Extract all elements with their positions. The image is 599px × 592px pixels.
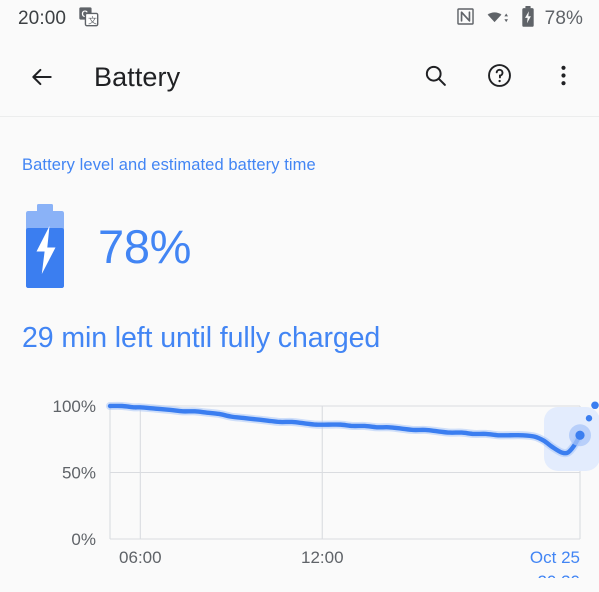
status-bar-right: 78% — [456, 6, 583, 32]
overflow-menu-button[interactable] — [541, 55, 585, 99]
back-button[interactable] — [20, 55, 64, 99]
help-button[interactable] — [477, 55, 521, 99]
wifi-icon — [485, 7, 511, 31]
status-battery-percent: 78% — [544, 8, 583, 29]
nfc-icon — [456, 7, 475, 31]
chart-x-axis-labels: 06:00 12:00 Oct 25 20:30 — [119, 548, 580, 578]
battery-level-row: 78% — [22, 204, 577, 288]
section-header: Battery level and estimated battery time — [22, 156, 316, 174]
status-bar: 20:00 G 文 — [0, 0, 599, 38]
battery-charging-large-icon — [22, 204, 68, 288]
battery-chart-svg: 0% 50% 100% 06:00 12:00 Oct 25 20:30 — [53, 397, 599, 578]
battery-history-chart[interactable]: 0% 50% 100% 06:00 12:00 Oct 25 20:30 — [0, 388, 599, 578]
page-title: Battery — [94, 61, 181, 92]
svg-text:0%: 0% — [71, 530, 96, 549]
search-icon — [423, 63, 448, 91]
search-button[interactable] — [413, 55, 457, 99]
more-vert-icon — [560, 63, 567, 91]
battery-content: Battery level and estimated battery time… — [0, 117, 599, 355]
svg-text:20:30: 20:30 — [537, 572, 580, 578]
battery-charging-icon — [521, 6, 535, 32]
help-circle-icon — [486, 62, 513, 92]
chart-line-series — [106, 401, 584, 458]
battery-estimate-text: 29 min left until fully charged — [22, 322, 381, 354]
status-bar-left: 20:00 G 文 — [18, 6, 99, 32]
app-bar-actions — [413, 55, 585, 99]
battery-level-percent: 78% — [98, 219, 192, 273]
app-bar: Battery — [0, 38, 599, 117]
status-clock: 20:00 — [18, 8, 67, 29]
svg-text:100%: 100% — [53, 397, 96, 416]
svg-text:文: 文 — [88, 14, 97, 25]
google-translate-icon: G 文 — [78, 6, 99, 32]
svg-text:06:00: 06:00 — [119, 548, 162, 567]
chart-y-axis-labels: 0% 50% 100% — [53, 397, 96, 549]
svg-text:50%: 50% — [62, 464, 96, 483]
svg-text:12:00: 12:00 — [301, 548, 344, 567]
svg-text:Oct 25: Oct 25 — [530, 548, 580, 567]
